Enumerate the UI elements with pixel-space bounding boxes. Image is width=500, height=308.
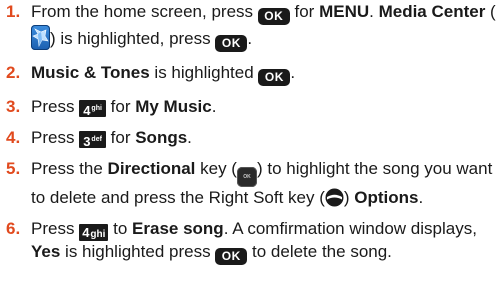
step-text: .: [418, 188, 424, 207]
step-number: 5.: [6, 159, 21, 178]
step-text: is highlighted press: [60, 242, 216, 261]
ok-key-icon: OK: [215, 35, 248, 52]
step-6: 6. Press 4ghi to Erase song. A comfirmat…: [0, 218, 500, 265]
step-text: key (: [195, 159, 237, 178]
key-letters: def: [91, 136, 102, 143]
step-number: 1.: [6, 2, 21, 21]
step-text: .: [290, 63, 296, 82]
ok-key-icon: OK: [258, 69, 291, 86]
directional-key-icon: OK: [236, 167, 257, 187]
key-digit: 4: [82, 225, 90, 240]
four-key-icon: 4ghi: [79, 224, 109, 241]
right-soft-key-icon: [325, 188, 344, 207]
directional-label: Directional: [107, 159, 196, 178]
music-tones-label: Music & Tones: [31, 63, 150, 82]
step-2: 2. Music & Tones is highlighted OK.: [0, 62, 500, 86]
ok-key-icon: OK: [257, 8, 290, 25]
step-text: From the home screen, press: [31, 2, 258, 21]
erase-song-label: Erase song: [132, 219, 224, 238]
step-text: for: [289, 2, 320, 21]
step-text: for: [105, 97, 136, 116]
step-number: 3.: [6, 97, 21, 116]
step-4: 4. Press 3def for Songs.: [0, 127, 500, 149]
step-text: ): [343, 188, 355, 207]
step-text: .: [187, 128, 192, 147]
step-number: 2.: [6, 63, 21, 82]
step-text: is highlighted: [149, 63, 259, 82]
step-1: 1. From the home screen, press OK for ME…: [0, 1, 500, 52]
step-text: Press: [31, 128, 80, 147]
key-digit: 4: [83, 103, 91, 118]
step-text: (: [485, 2, 496, 21]
key-digit: 3: [83, 134, 91, 149]
four-key-icon: 4ghi: [79, 100, 106, 118]
options-label: Options: [354, 188, 419, 207]
media-center-label: Media Center: [378, 2, 486, 21]
ok-key-icon: OK: [215, 248, 248, 265]
step-text: Press: [31, 97, 80, 116]
step-text: .: [247, 29, 253, 48]
step-number: 4.: [6, 128, 21, 147]
step-text: to: [108, 219, 133, 238]
step-number: 6.: [6, 219, 21, 238]
key-letters: ghi: [91, 105, 102, 112]
menu-label: MENU: [319, 2, 370, 21]
step-5: 5. Press the Directional key (OK) to hig…: [0, 158, 500, 208]
step-text: for: [105, 128, 136, 147]
my-music-label: My Music: [135, 97, 212, 116]
step-text: .: [211, 97, 217, 116]
step-text: . A comfirmation window displays,: [223, 219, 477, 238]
step-text: ) is highlighted, press: [50, 29, 216, 48]
step-3: 3. Press 4ghi for My Music.: [0, 96, 500, 118]
instruction-steps: 1. From the home screen, press OK for ME…: [0, 1, 500, 265]
three-key-icon: 3def: [79, 131, 106, 149]
step-text: .: [369, 2, 379, 21]
step-text: to delete the song.: [247, 242, 392, 261]
step-text: Press the: [31, 159, 108, 178]
songs-label: Songs: [135, 128, 188, 147]
media-center-icon: [31, 25, 50, 50]
step-text: Press: [31, 219, 80, 238]
yes-label: Yes: [31, 242, 61, 261]
key-letters: ghi: [90, 229, 106, 240]
